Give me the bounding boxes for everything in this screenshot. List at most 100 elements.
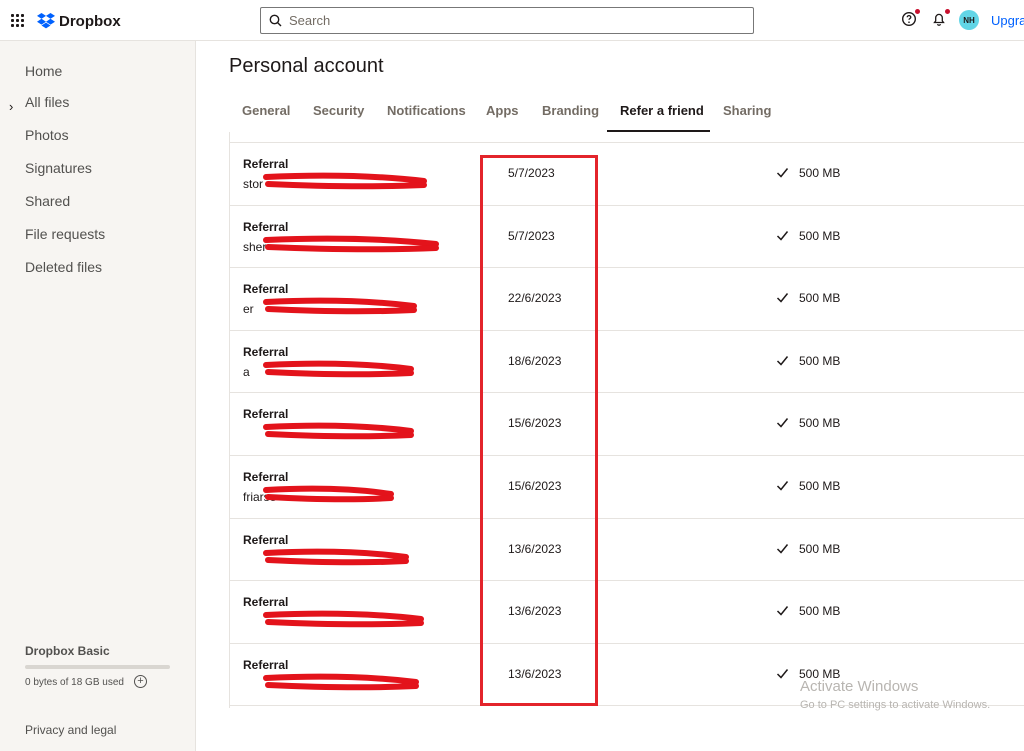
search-box[interactable] xyxy=(260,7,754,34)
referral-email: friarse xyxy=(243,490,277,504)
checkmark-icon xyxy=(776,543,789,554)
tab-apps[interactable]: Apps xyxy=(486,103,519,118)
checkmark-icon xyxy=(776,606,789,616)
checkmark-icon xyxy=(776,481,789,491)
referral-reward: 500 MB xyxy=(799,604,841,619)
table-row: Referral friarse 15/6/2023 500 MB xyxy=(230,456,1024,519)
storage-usage-text: 0 bytes of 18 GB used xyxy=(25,677,124,688)
checkmark-icon xyxy=(776,230,789,241)
referral-date: 5/7/2023 xyxy=(508,166,555,180)
referral-date: 15/6/2023 xyxy=(508,416,562,431)
referral-title: Referral xyxy=(243,219,289,234)
top-bar: Dropbox NH Upgra xyxy=(0,0,1024,41)
table-row: Referral sher 5/7/2023 500 MB xyxy=(230,206,1024,269)
activate-windows-title: Activate Windows xyxy=(800,678,919,695)
referral-title: Referral xyxy=(243,407,289,422)
redaction-mark xyxy=(263,485,394,503)
sidebar-item-all-files[interactable]: All files xyxy=(25,94,69,110)
referrals-table: Referral stor 5/7/2023 500 MB Referral sher 5/… xyxy=(229,132,1024,708)
sidebar-item-home[interactable]: Home xyxy=(25,63,62,79)
checkmark-icon xyxy=(776,168,789,178)
redaction-mark xyxy=(263,548,409,565)
referral-reward: 500 MB xyxy=(799,416,841,431)
sidebar-item-file-requests[interactable]: File requests xyxy=(25,226,105,242)
referral-email: sher xyxy=(243,239,267,254)
notification-dot xyxy=(945,9,950,14)
referral-title: Referral xyxy=(243,157,289,171)
redaction-mark xyxy=(263,235,439,252)
referral-title: Referral xyxy=(243,657,289,672)
plan-name: Dropbox Basic xyxy=(25,644,110,658)
table-row: Referral 13/6/2023 500 MB xyxy=(230,644,1024,707)
redaction-mark xyxy=(263,673,419,691)
referral-reward: 500 MB xyxy=(799,541,841,556)
referral-date: 5/7/2023 xyxy=(508,228,555,243)
checkmark-icon xyxy=(776,418,789,429)
privacy-legal-link[interactable]: Privacy and legal xyxy=(25,723,116,737)
referral-reward: 500 MB xyxy=(799,353,841,368)
checkmark-icon xyxy=(776,668,789,679)
dropbox-logo[interactable]: Dropbox xyxy=(37,11,121,31)
checkmark-icon xyxy=(776,293,789,303)
referral-date: 22/6/2023 xyxy=(508,291,562,306)
redaction-mark xyxy=(263,297,417,315)
referral-reward: 500 MB xyxy=(799,166,841,180)
table-row: Referral stor 5/7/2023 500 MB xyxy=(230,143,1024,206)
referral-date: 13/6/2023 xyxy=(508,604,562,619)
tab-notifications[interactable]: Notifications xyxy=(387,103,466,118)
referral-date: 13/6/2023 xyxy=(508,666,562,681)
checkmark-icon xyxy=(776,355,789,366)
redaction-mark xyxy=(263,423,414,440)
referral-email: a xyxy=(243,364,250,379)
referral-title: Referral xyxy=(243,282,289,297)
referral-date: 15/6/2023 xyxy=(508,479,562,493)
referral-title: Referral xyxy=(243,595,289,610)
upgrade-link[interactable]: Upgra xyxy=(991,13,1024,28)
logo-text: Dropbox xyxy=(59,12,121,30)
referral-email: er xyxy=(243,302,254,317)
add-storage-icon[interactable]: + xyxy=(134,675,147,688)
tab-sharing[interactable]: Sharing xyxy=(723,103,771,118)
page-title: Personal account xyxy=(229,55,384,77)
settings-tabs: General Security Notifications Apps Bran… xyxy=(229,96,1024,132)
referral-email: stor xyxy=(243,177,264,191)
app-grid-icon[interactable] xyxy=(11,14,24,27)
table-row: Referral er 22/6/2023 500 MB xyxy=(230,268,1024,331)
referral-title: Referral xyxy=(243,532,289,547)
referral-title: Referral xyxy=(243,470,289,484)
search-input[interactable] xyxy=(289,13,729,28)
sidebar-item-photos[interactable]: Photos xyxy=(25,127,69,143)
search-icon xyxy=(269,14,282,27)
sidebar-item-deleted-files[interactable]: Deleted files xyxy=(25,259,102,275)
notifications-button[interactable] xyxy=(931,9,950,29)
redaction-mark xyxy=(263,360,414,378)
help-icon xyxy=(901,11,917,27)
help-button[interactable] xyxy=(901,9,920,29)
tab-general[interactable]: General xyxy=(242,103,290,118)
sidebar-item-shared[interactable]: Shared xyxy=(25,193,70,209)
referral-reward: 500 MB xyxy=(799,479,841,493)
tab-branding[interactable]: Branding xyxy=(542,103,599,118)
table-header-row xyxy=(230,132,1024,143)
referral-reward: 500 MB xyxy=(799,291,841,306)
notification-dot xyxy=(915,9,920,14)
storage-usage-bar xyxy=(25,665,170,669)
table-row: Referral a 18/6/2023 500 MB xyxy=(230,331,1024,394)
referral-date: 18/6/2023 xyxy=(508,353,562,368)
tab-security[interactable]: Security xyxy=(313,103,364,118)
table-row: Referral 13/6/2023 500 MB xyxy=(230,581,1024,644)
table-row: Referral 13/6/2023 500 MB xyxy=(230,519,1024,582)
activate-windows-subtitle: Go to PC settings to activate Windows. xyxy=(800,699,991,711)
dropbox-logo-icon xyxy=(37,13,55,29)
referral-reward: 500 MB xyxy=(799,228,841,243)
referral-title: Referral xyxy=(243,344,289,359)
redaction-mark xyxy=(263,172,427,190)
avatar[interactable]: NH xyxy=(959,10,979,30)
redaction-mark xyxy=(263,610,424,628)
referral-date: 13/6/2023 xyxy=(508,541,562,556)
sidebar-item-signatures[interactable]: Signatures xyxy=(25,160,92,176)
bell-icon xyxy=(933,13,945,26)
table-row: Referral 15/6/2023 500 MB xyxy=(230,393,1024,456)
tab-refer-a-friend[interactable]: Refer a friend xyxy=(620,103,704,118)
chevron-right-icon[interactable]: › xyxy=(9,99,13,114)
